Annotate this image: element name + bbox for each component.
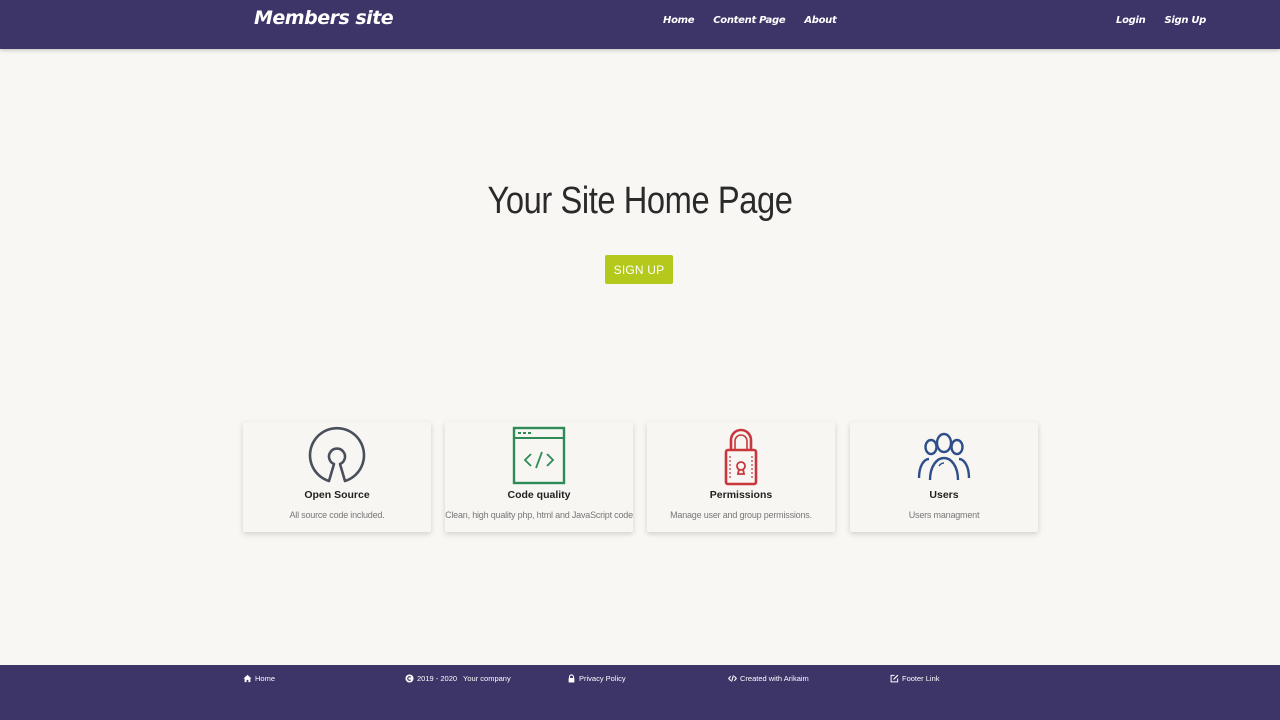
footer-home-link[interactable]: Home (243, 674, 275, 683)
feature-description: Users managment (908, 510, 980, 520)
home-icon (243, 674, 252, 683)
feature-description: Manage user and group permissions. (670, 510, 812, 520)
code-window-icon (508, 426, 570, 486)
footer-years: 2019 - 2020 (417, 674, 458, 683)
login-link[interactable]: Login (1116, 15, 1146, 26)
feature-card-open-source: Open Source All source code included. (243, 422, 431, 532)
copyright-icon (405, 674, 414, 683)
footer-link-label: Footer Link (902, 674, 940, 683)
feature-description: All source code included. (289, 510, 385, 520)
lock-icon (567, 674, 576, 683)
feature-card-users: Users Users managment (850, 422, 1038, 532)
site-brand-link[interactable]: Members site (254, 7, 394, 29)
feature-title: Users (929, 489, 959, 501)
footer-created-label: Created with Arikaim (740, 674, 809, 683)
nav-home-link[interactable]: Home (663, 15, 695, 26)
footer-privacy-label: Privacy Policy (579, 674, 626, 683)
footer-extra-link[interactable]: Footer Link (890, 674, 940, 683)
feature-title: Permissions (709, 489, 773, 501)
feature-card-permissions: Permissions Manage user and group permis… (647, 422, 835, 532)
users-icon (913, 426, 975, 486)
lock-icon (710, 426, 772, 486)
hero-title: Your Site Home Page (487, 180, 793, 222)
top-navbar: Members site Home Content Page About Log… (0, 0, 1280, 49)
nav-about-link[interactable]: About (804, 15, 836, 26)
main-nav: Home Content Page About (663, 15, 855, 26)
open-source-icon (306, 426, 368, 486)
footer-home-label: Home (255, 674, 276, 683)
signup-link[interactable]: Sign Up (1164, 15, 1206, 26)
feature-card-code-quality: Code quality Clean, high quality php, ht… (445, 422, 633, 532)
feature-title: Code quality (507, 489, 571, 501)
page-footer: Home 2019 - 2020 Your company Privacy Po… (0, 665, 1280, 720)
feature-title: Open Source (304, 489, 370, 501)
hero-signup-button[interactable]: SIGN UP (605, 255, 673, 284)
edit-icon (890, 674, 899, 683)
code-icon (728, 674, 737, 683)
feature-description: Clean, high quality php, html and JavaSc… (445, 510, 633, 520)
footer-copyright: 2019 - 2020 Your company (405, 674, 511, 683)
footer-privacy-link[interactable]: Privacy Policy (567, 674, 626, 683)
nav-content-page-link[interactable]: Content Page (713, 15, 785, 26)
footer-company: Your company (463, 674, 511, 683)
footer-created-link[interactable]: Created with Arikaim (728, 674, 809, 683)
auth-nav: Login Sign Up (1116, 15, 1225, 26)
